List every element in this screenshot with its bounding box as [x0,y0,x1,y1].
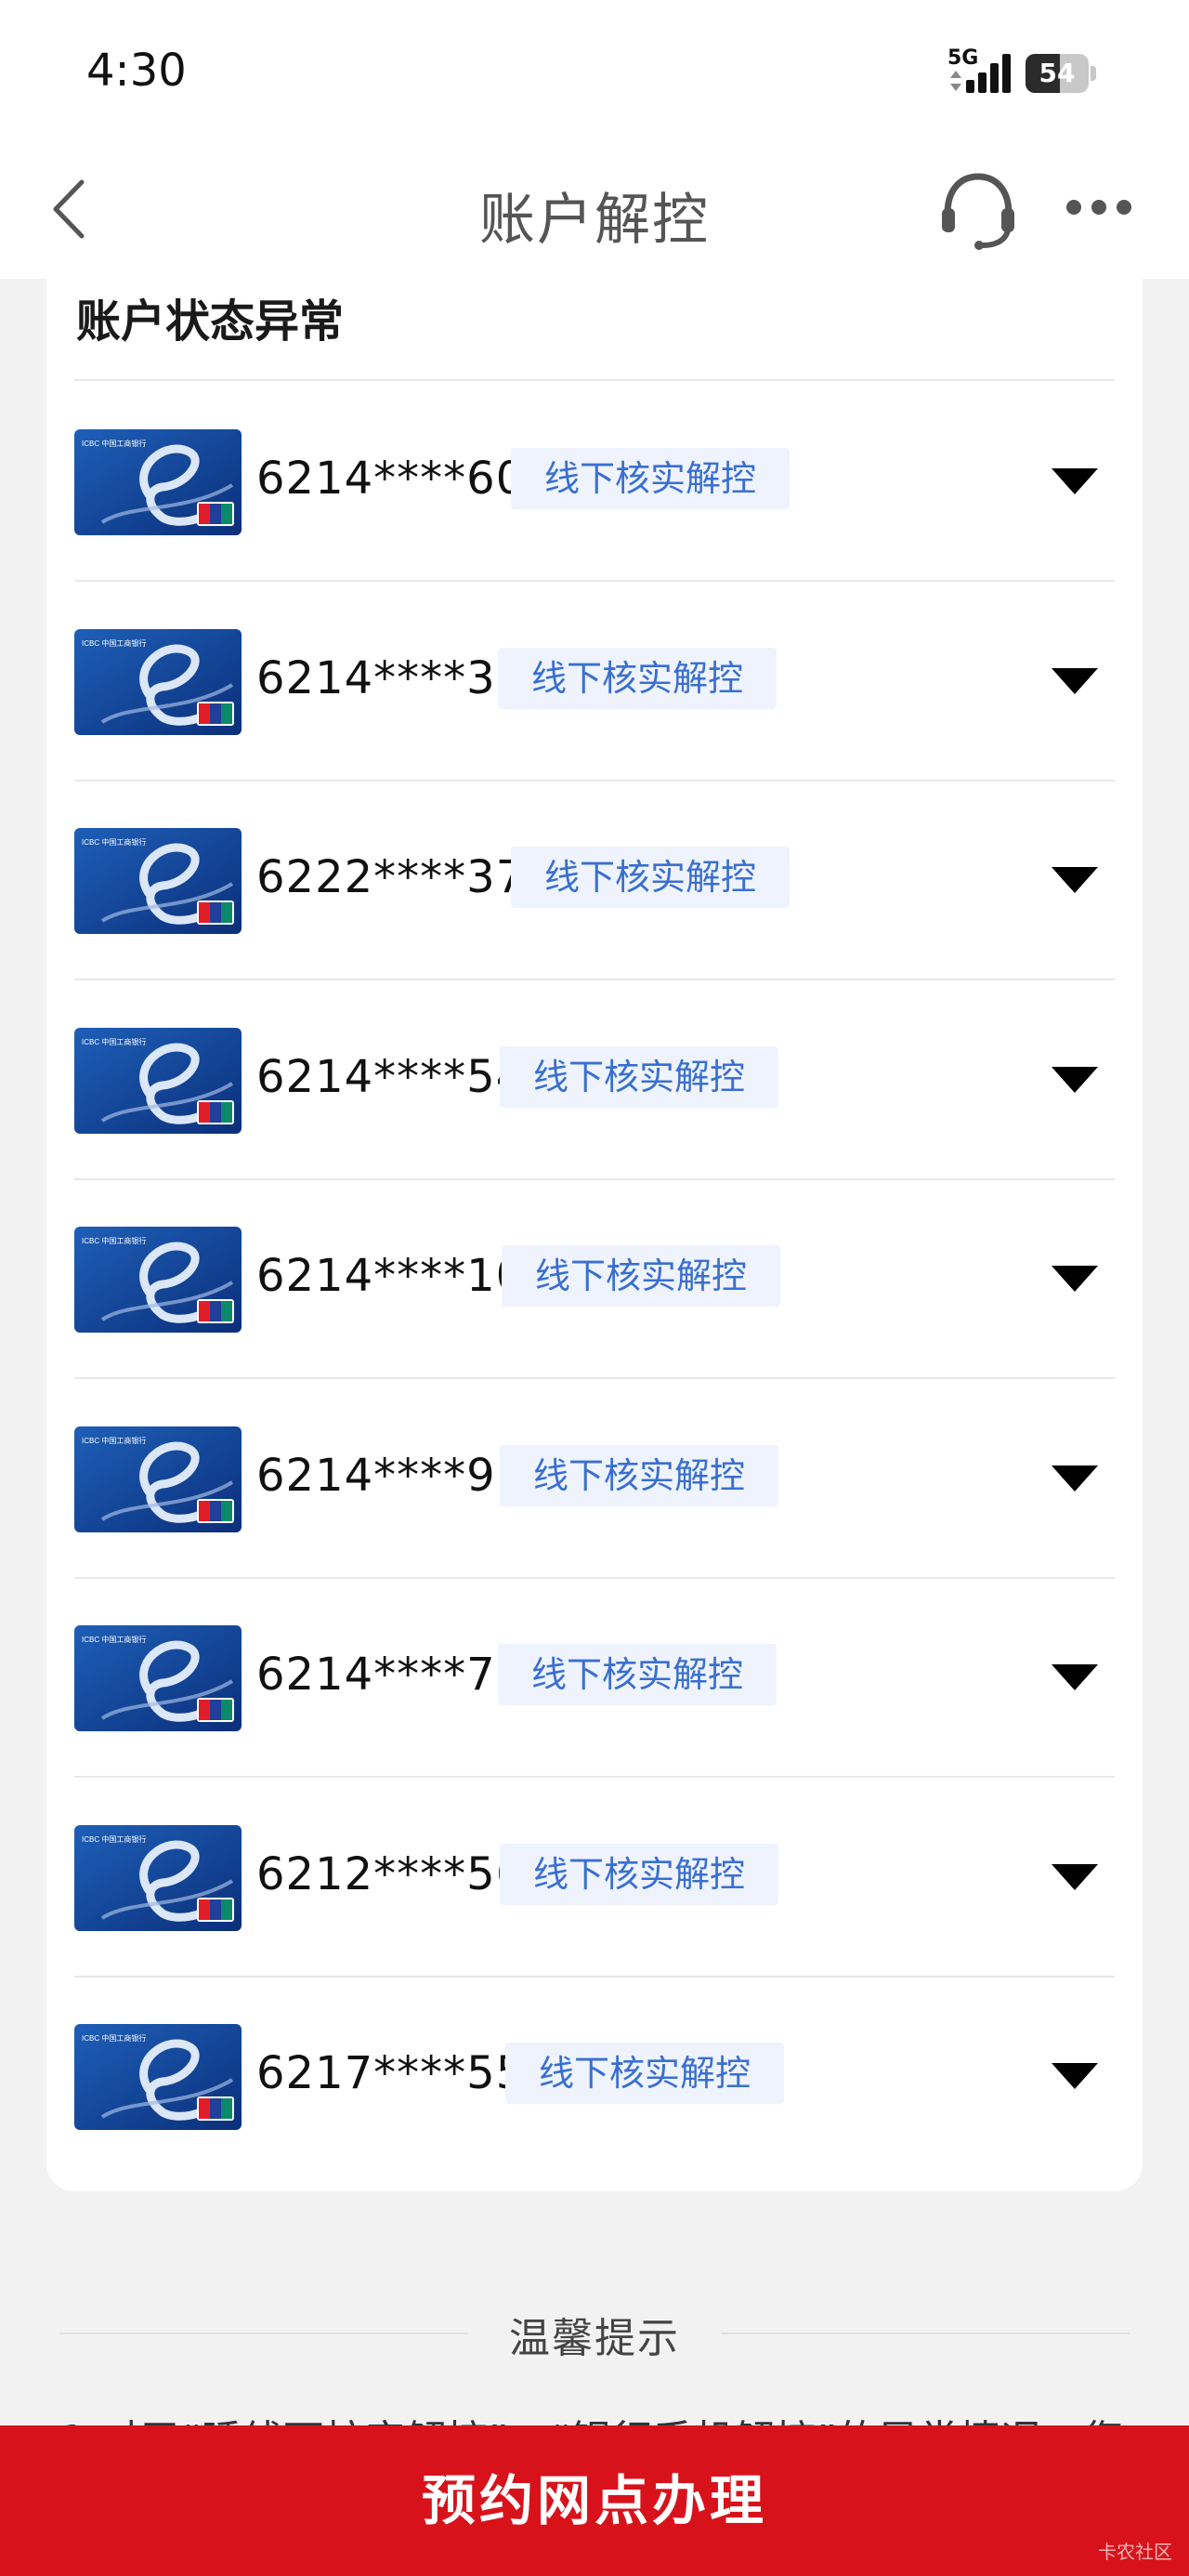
tips-divider-left [59,2333,468,2334]
divider [74,379,1115,381]
battery-icon: 54 [1026,54,1096,93]
signal-icon [966,54,1014,93]
bank-card-image: ICBC 中国工商银行 [74,1426,242,1532]
status-tag[interactable]: 线下核实解控 [505,2043,785,2104]
battery-text: 54 [1039,58,1076,88]
account-row[interactable]: ICBC 中国工商银行 6214****6043 线下核实解控 [74,383,1115,582]
account-row[interactable]: ICBC 中国工商银行 6212****5631 线下核实解控 [74,1779,1115,1978]
watermark: 卡农社区 [1098,2541,1172,2563]
triangle-down-icon[interactable] [1050,2061,1100,2091]
account-row[interactable]: ICBC 中国工商银行 6222****3723 线下核实解控 [74,782,1115,980]
account-row[interactable]: ICBC 中国工商银行 6214****1034 线下核实解控 [74,1180,1115,1379]
data-arrows-icon [950,71,961,91]
card-logo-text: ICBC 中国工商银行 [82,1236,146,1245]
triangle-down-icon[interactable] [1050,865,1100,895]
triangle-down-icon[interactable] [1050,1464,1100,1493]
status-tag[interactable]: 线下核实解控 [498,647,777,709]
bank-card-image: ICBC 中国工商银行 [74,828,242,934]
status-tag[interactable]: 线下核实解控 [500,1045,779,1108]
nav-bar: 账户解控 [0,139,1189,279]
triangle-down-icon[interactable] [1050,1065,1100,1095]
bank-card-image: ICBC 中国工商银行 [74,1625,242,1731]
status-tag[interactable]: 线下核实解控 [511,448,790,509]
card-logo-text: ICBC 中国工商银行 [82,1635,146,1644]
book-branch-button[interactable]: 预约网点办理 [0,2425,1189,2576]
status-time: 4:30 [86,45,187,97]
bank-card-image: ICBC 中国工商银行 [74,1027,242,1134]
triangle-down-icon[interactable] [1050,1862,1100,1892]
card-logo-text: ICBC 中国工商银行 [82,1834,146,1844]
account-row[interactable]: ICBC 中国工商银行 6214****7601 线下核实解控 [74,1579,1115,1778]
card-logo-text: ICBC 中国工商银行 [82,1436,146,1445]
triangle-down-icon[interactable] [1050,467,1100,496]
triangle-down-icon[interactable] [1050,1663,1100,1692]
bank-card-image: ICBC 中国工商银行 [74,429,242,535]
tips-title: 温馨提示 [468,2305,721,2364]
account-status-card: 账户状态异常 ICBC 中国工商银行 6214****6043 线下核实解控 ICBC… [46,269,1143,2191]
triangle-down-icon[interactable] [1050,1264,1100,1294]
account-row[interactable]: ICBC 中国工商银行 6214****9152 线下核实解控 [74,1380,1115,1579]
bank-card-image: ICBC 中国工商银行 [74,1824,242,1931]
status-bar: 4:30 5G 54 [0,0,1189,139]
tips-divider-right [721,2333,1130,2334]
status-tag[interactable]: 线下核实解控 [500,1843,779,1905]
account-row[interactable]: ICBC 中国工商银行 6217****5552 线下核实解控 [74,1978,1115,2176]
more-options-icon[interactable] [1066,200,1131,218]
bank-card-image: ICBC 中国工商银行 [74,2024,242,2130]
account-row[interactable]: ICBC 中国工商银行 6214****5451 线下核实解控 [74,981,1115,1180]
customer-service-icon[interactable] [936,167,1020,251]
status-tag[interactable]: 线下核实解控 [500,1444,779,1506]
bank-card-image: ICBC 中国工商银行 [74,1227,242,1333]
card-logo-text: ICBC 中国工商银行 [82,2033,146,2043]
account-row[interactable]: ICBC 中国工商银行 6214****3371 线下核实解控 [74,583,1115,782]
status-tag[interactable]: 线下核实解控 [498,1644,777,1705]
page: 4:30 5G 54 账户解控 账户状态异常 ICBC 中国工商银行 6214*… [0,0,1189,2576]
card-logo-text: ICBC 中国工商银行 [82,1037,146,1046]
section-title: 账户状态异常 [76,296,345,348]
triangle-down-icon[interactable] [1050,666,1100,696]
status-tag[interactable]: 线下核实解控 [502,1245,781,1307]
card-logo-text: ICBC 中国工商银行 [82,439,146,448]
bank-card-image: ICBC 中国工商银行 [74,628,242,735]
card-logo-text: ICBC 中国工商银行 [82,638,146,648]
status-tag[interactable]: 线下核实解控 [511,847,790,908]
card-logo-text: ICBC 中国工商银行 [82,837,146,847]
